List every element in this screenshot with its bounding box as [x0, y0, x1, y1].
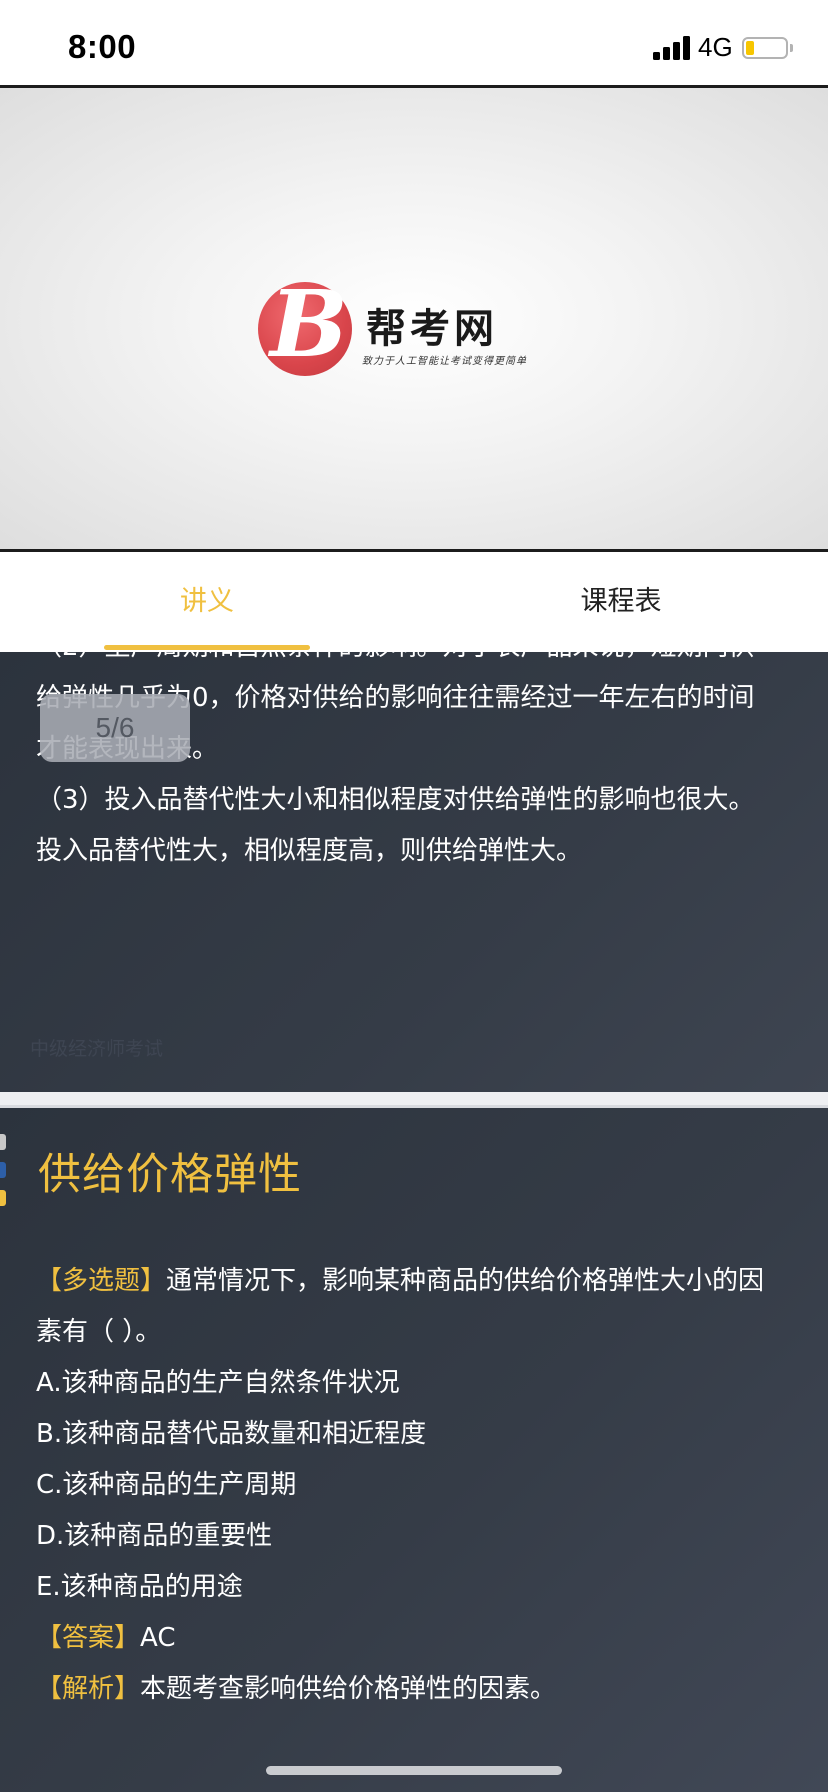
network-type: 4G — [698, 32, 733, 62]
answer-tag: 【答案】 — [36, 1623, 141, 1653]
side-mark — [0, 1190, 6, 1206]
tab-handout[interactable]: 讲义 — [0, 552, 414, 652]
question-block: 【多选题】通常情况下，影响某种商品的供给价格弹性大小的因 素有（ ）。 A.该种… — [36, 1256, 828, 1715]
question-line: 素有（ ）。 — [36, 1317, 162, 1347]
logo-slogan: 致力于人工智能让考试变得更简单 — [362, 356, 527, 367]
slide-page[interactable]: 供给价格弹性 【多选题】通常情况下，影响某种商品的供给价格弹性大小的因 素有（ … — [0, 1108, 828, 1792]
answer-value: AC — [140, 1623, 176, 1653]
video-player[interactable]: B 帮考网 致力于人工智能让考试变得更简单 — [0, 88, 828, 552]
question-tag: 【多选题】 — [36, 1266, 167, 1296]
battery-tip — [790, 44, 793, 52]
side-marks — [0, 1134, 6, 1218]
slide-line: （3）投入品替代性大小和相似程度对供给弹性的影响也很大。 — [36, 785, 755, 815]
tab-bar: 讲义 课程表 — [0, 552, 828, 652]
battery-level — [746, 41, 754, 55]
active-tab-indicator — [104, 645, 310, 650]
question-line: 【多选题】通常情况下，影响某种商品的供给价格弹性大小的因 — [36, 1256, 828, 1307]
signal-strength-icon — [653, 36, 691, 60]
side-mark — [0, 1162, 6, 1178]
battery-icon — [742, 37, 788, 59]
status-bar: 8:00 4G — [0, 0, 828, 88]
option-item: A.该种商品的生产自然条件状况 — [36, 1368, 400, 1398]
page-indicator: 5/6 — [40, 694, 190, 762]
slide-title: 供给价格弹性 — [38, 1150, 302, 1200]
watermark: 中级经济师考试 — [30, 1038, 164, 1060]
option-item: B.该种商品替代品数量和相近程度 — [36, 1419, 427, 1449]
analysis-line: 【解析】本题考查影响供给价格弹性的因素。 — [36, 1664, 828, 1715]
home-indicator[interactable] — [266, 1766, 562, 1775]
option-item: D.该种商品的重要性 — [36, 1521, 273, 1551]
slide-content: （2）生产周期和自然条件的影响。对于农产品来说，短期内供 给弹性几乎为0，价格对… — [36, 652, 826, 877]
slide-line: （2）生产周期和自然条件的影响。对于农产品来说，短期内供 — [36, 652, 826, 673]
status-time: 8:00 — [68, 28, 137, 65]
slide-page[interactable]: （2）生产周期和自然条件的影响。对于农产品来说，短期内供 给弹性几乎为0，价格对… — [0, 652, 828, 1092]
side-mark — [0, 1134, 6, 1150]
logo-letter: B — [270, 270, 348, 378]
tab-schedule[interactable]: 课程表 — [414, 552, 828, 652]
analysis-tag: 【解析】 — [36, 1674, 141, 1704]
option-item: C.该种商品的生产周期 — [36, 1470, 297, 1500]
slide-line: 投入品替代性大，相似程度高，则供给弹性大。 — [36, 836, 583, 866]
answer-line: 【答案】AC — [36, 1613, 828, 1664]
option-item: E.该种商品的用途 — [36, 1572, 243, 1602]
question-text: 通常情况下，影响某种商品的供给价格弹性大小的因 — [166, 1266, 765, 1296]
slide-divider — [0, 1092, 828, 1108]
analysis-text: 本题考查影响供给价格弹性的因素。 — [140, 1674, 557, 1704]
logo-name: 帮考网 — [366, 306, 498, 352]
